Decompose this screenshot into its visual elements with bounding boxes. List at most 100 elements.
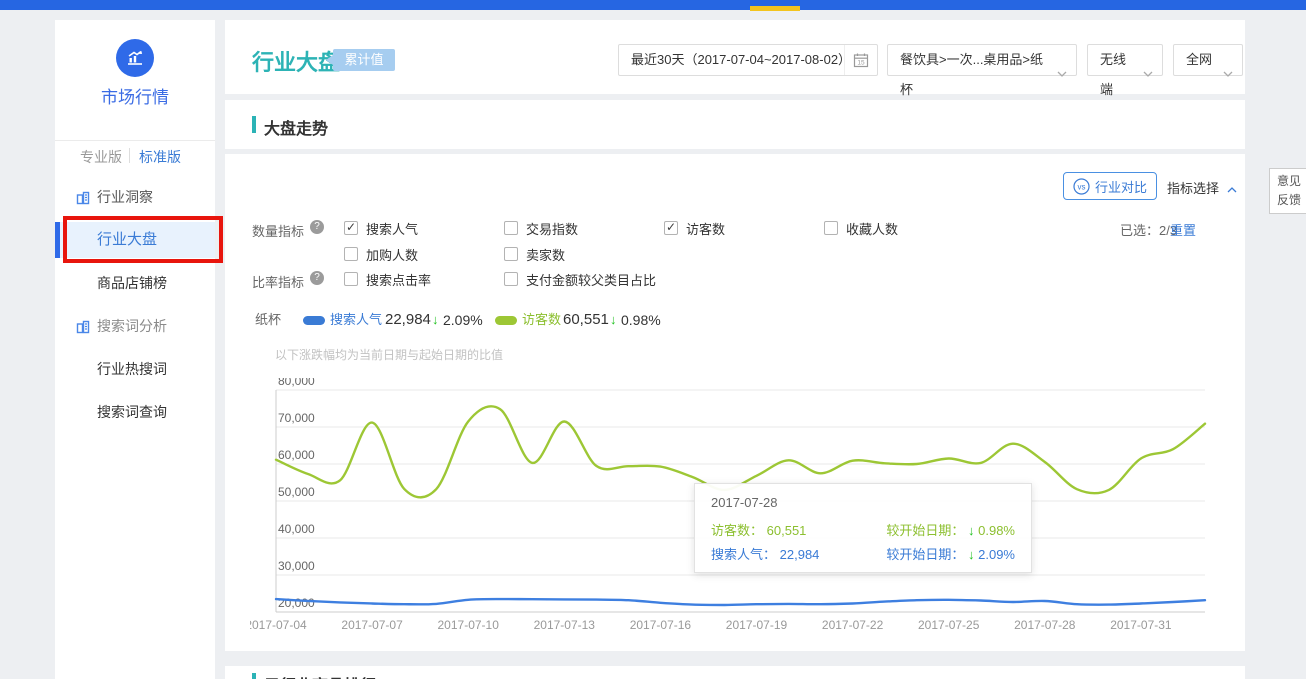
terminal-dropdown[interactable]: 无线端: [1087, 44, 1163, 76]
checkbox-label: 搜索人气: [366, 219, 418, 238]
help-icon[interactable]: ?: [310, 271, 324, 285]
tab-pro-version[interactable]: 专业版: [80, 147, 122, 167]
search-word-analysis-icon: [76, 319, 90, 339]
reset-button[interactable]: 重置: [1170, 220, 1196, 239]
tooltip-series-name: 搜索人气：: [711, 547, 776, 562]
tooltip-series-value: 22,984: [780, 547, 820, 562]
feedback-tab[interactable]: 意见 反馈: [1269, 168, 1306, 214]
sidebar-group-search-word-analysis[interactable]: 搜索词分析: [55, 316, 215, 336]
chevron-down-icon: [1223, 58, 1233, 88]
legend-category: 纸杯: [255, 312, 281, 328]
svg-text:2017-07-04: 2017-07-04: [250, 618, 307, 632]
sidebar-item-search-word-query[interactable]: 搜索词查询: [55, 402, 215, 422]
tooltip-row-visitor: 访客数： 60,551 较开始日期： ↓ 0.98%: [711, 519, 1015, 543]
category-dropdown-value: 餐饮具>一次...桌用品>纸杯: [900, 52, 1043, 97]
next-section-header: 子行业商品排行: [225, 666, 1245, 679]
svg-text:20,000: 20,000: [278, 596, 315, 610]
quantity-metric-label: 数量指标: [252, 221, 304, 240]
chart-note: 以下涨跌幅均为当前日期与起始日期的比值: [275, 346, 503, 363]
sidebar-item-product-shop-rank[interactable]: 商品店铺榜: [55, 273, 215, 293]
date-range-picker[interactable]: 最近30天（2017-07-04~2017-08-02） 15: [618, 44, 878, 76]
checkbox-label: 加购人数: [366, 245, 418, 264]
down-arrow-icon: ↓: [610, 312, 617, 328]
tab-standard-version[interactable]: 标准版: [139, 147, 181, 167]
checkbox-label: 交易指数: [526, 219, 578, 238]
help-icon[interactable]: ?: [310, 220, 324, 234]
svg-text:2017-07-28: 2017-07-28: [1014, 618, 1076, 632]
checkbox-box[interactable]: [664, 221, 678, 235]
legend-series-name[interactable]: 搜索人气: [330, 312, 382, 328]
sidebar-divider: [55, 140, 215, 141]
svg-text:2017-07-22: 2017-07-22: [822, 618, 884, 632]
checkbox-box[interactable]: [504, 272, 518, 286]
cumulative-value-badge: 累计值: [333, 49, 395, 71]
svg-text:70,000: 70,000: [278, 411, 315, 425]
checkbox-box[interactable]: [344, 247, 358, 261]
section-title: 子行业商品排行: [264, 672, 376, 679]
scope-dropdown-value: 全网: [1186, 52, 1212, 67]
legend-series-value: 22,984: [385, 312, 431, 328]
checkbox-search-popularity[interactable]: 搜索人气: [344, 220, 418, 236]
svg-text:80,000: 80,000: [278, 378, 315, 388]
legend-pill-visitor-count[interactable]: [495, 316, 517, 325]
red-highlight-annotation: [63, 216, 223, 263]
svg-text:40,000: 40,000: [278, 522, 315, 536]
chevron-down-icon: [1143, 58, 1153, 88]
svg-text:vs: vs: [1077, 182, 1085, 191]
calendar-icon[interactable]: 15: [844, 45, 877, 75]
chart-tooltip: 2017-07-28 访客数： 60,551 较开始日期： ↓ 0.98% 搜索…: [694, 483, 1032, 573]
legend-series-name[interactable]: 访客数: [522, 312, 561, 328]
svg-text:60,000: 60,000: [278, 448, 315, 462]
category-dropdown[interactable]: 餐饮具>一次...桌用品>纸杯: [887, 44, 1077, 76]
svg-text:30,000: 30,000: [278, 559, 315, 573]
industry-compare-button[interactable]: vs 行业对比: [1063, 172, 1157, 200]
date-range-text: 最近30天（2017-07-04~2017-08-02）: [631, 52, 851, 67]
version-tab-separator: [129, 148, 130, 163]
feedback-label: 反馈: [1270, 191, 1306, 210]
version-tabs: 专业版 标准版: [55, 147, 215, 165]
checkbox-transaction-index[interactable]: 交易指数: [504, 220, 578, 236]
legend-series-change: 2.09%: [443, 312, 483, 328]
checkbox-search-ctr[interactable]: 搜索点击率: [344, 271, 431, 287]
checkbox-label: 收藏人数: [846, 219, 898, 238]
scope-dropdown[interactable]: 全网: [1173, 44, 1243, 76]
checkbox-payment-parent-ratio[interactable]: 支付金额较父类目占比: [504, 271, 656, 287]
checkbox-seller-count[interactable]: 卖家数: [504, 246, 565, 262]
vs-icon: vs: [1073, 178, 1090, 195]
checkbox-box[interactable]: [344, 272, 358, 286]
checkbox-box[interactable]: [504, 247, 518, 261]
checkbox-label: 访客数: [686, 219, 725, 238]
tooltip-compare-label: 较开始日期：: [886, 523, 964, 538]
page: 市场行情 专业版 标准版 行业洞察 行业大盘 商品店铺榜: [0, 0, 1306, 679]
checkbox-box[interactable]: [344, 221, 358, 235]
svg-text:2017-07-25: 2017-07-25: [918, 618, 980, 632]
sidebar-brand-title: 市场行情: [55, 83, 215, 108]
feedback-label: 意见: [1270, 172, 1306, 191]
section-title: 大盘走势: [264, 115, 328, 139]
sidebar-item-label: 搜索词分析: [97, 316, 167, 336]
sidebar: 市场行情 专业版 标准版 行业洞察 行业大盘 商品店铺榜: [55, 20, 215, 679]
tooltip-change-value: 0.98%: [978, 523, 1015, 538]
legend-series-value: 60,551: [563, 312, 609, 328]
metric-select-toggle[interactable]: 指标选择: [1167, 178, 1237, 197]
svg-text:2017-07-19: 2017-07-19: [726, 618, 788, 632]
market-trend-icon: [116, 39, 154, 77]
checkbox-box[interactable]: [504, 221, 518, 235]
checkbox-box[interactable]: [824, 221, 838, 235]
down-arrow-icon: ↓: [968, 547, 975, 562]
svg-text:2017-07-10: 2017-07-10: [438, 618, 500, 632]
checkbox-favorite-count[interactable]: 收藏人数: [824, 220, 898, 236]
svg-text:2017-07-13: 2017-07-13: [534, 618, 596, 632]
legend-pill-search-popularity[interactable]: [303, 316, 325, 325]
section-accent-bar: [252, 116, 256, 133]
sidebar-item-hot-search-words[interactable]: 行业热搜词: [55, 359, 215, 379]
svg-text:2017-07-16: 2017-07-16: [630, 618, 692, 632]
checkbox-add-cart-count[interactable]: 加购人数: [344, 246, 418, 262]
tooltip-row-search-popularity: 搜索人气： 22,984 较开始日期： ↓ 2.09%: [711, 543, 1015, 567]
down-arrow-icon: ↓: [968, 523, 975, 538]
sidebar-item-label: 行业热搜词: [97, 359, 167, 379]
sidebar-group-industry-insight[interactable]: 行业洞察: [55, 187, 215, 207]
checkbox-visitor-count[interactable]: 访客数: [664, 220, 725, 236]
active-tab-indicator: [750, 6, 800, 11]
checkbox-label: 搜索点击率: [366, 270, 431, 289]
